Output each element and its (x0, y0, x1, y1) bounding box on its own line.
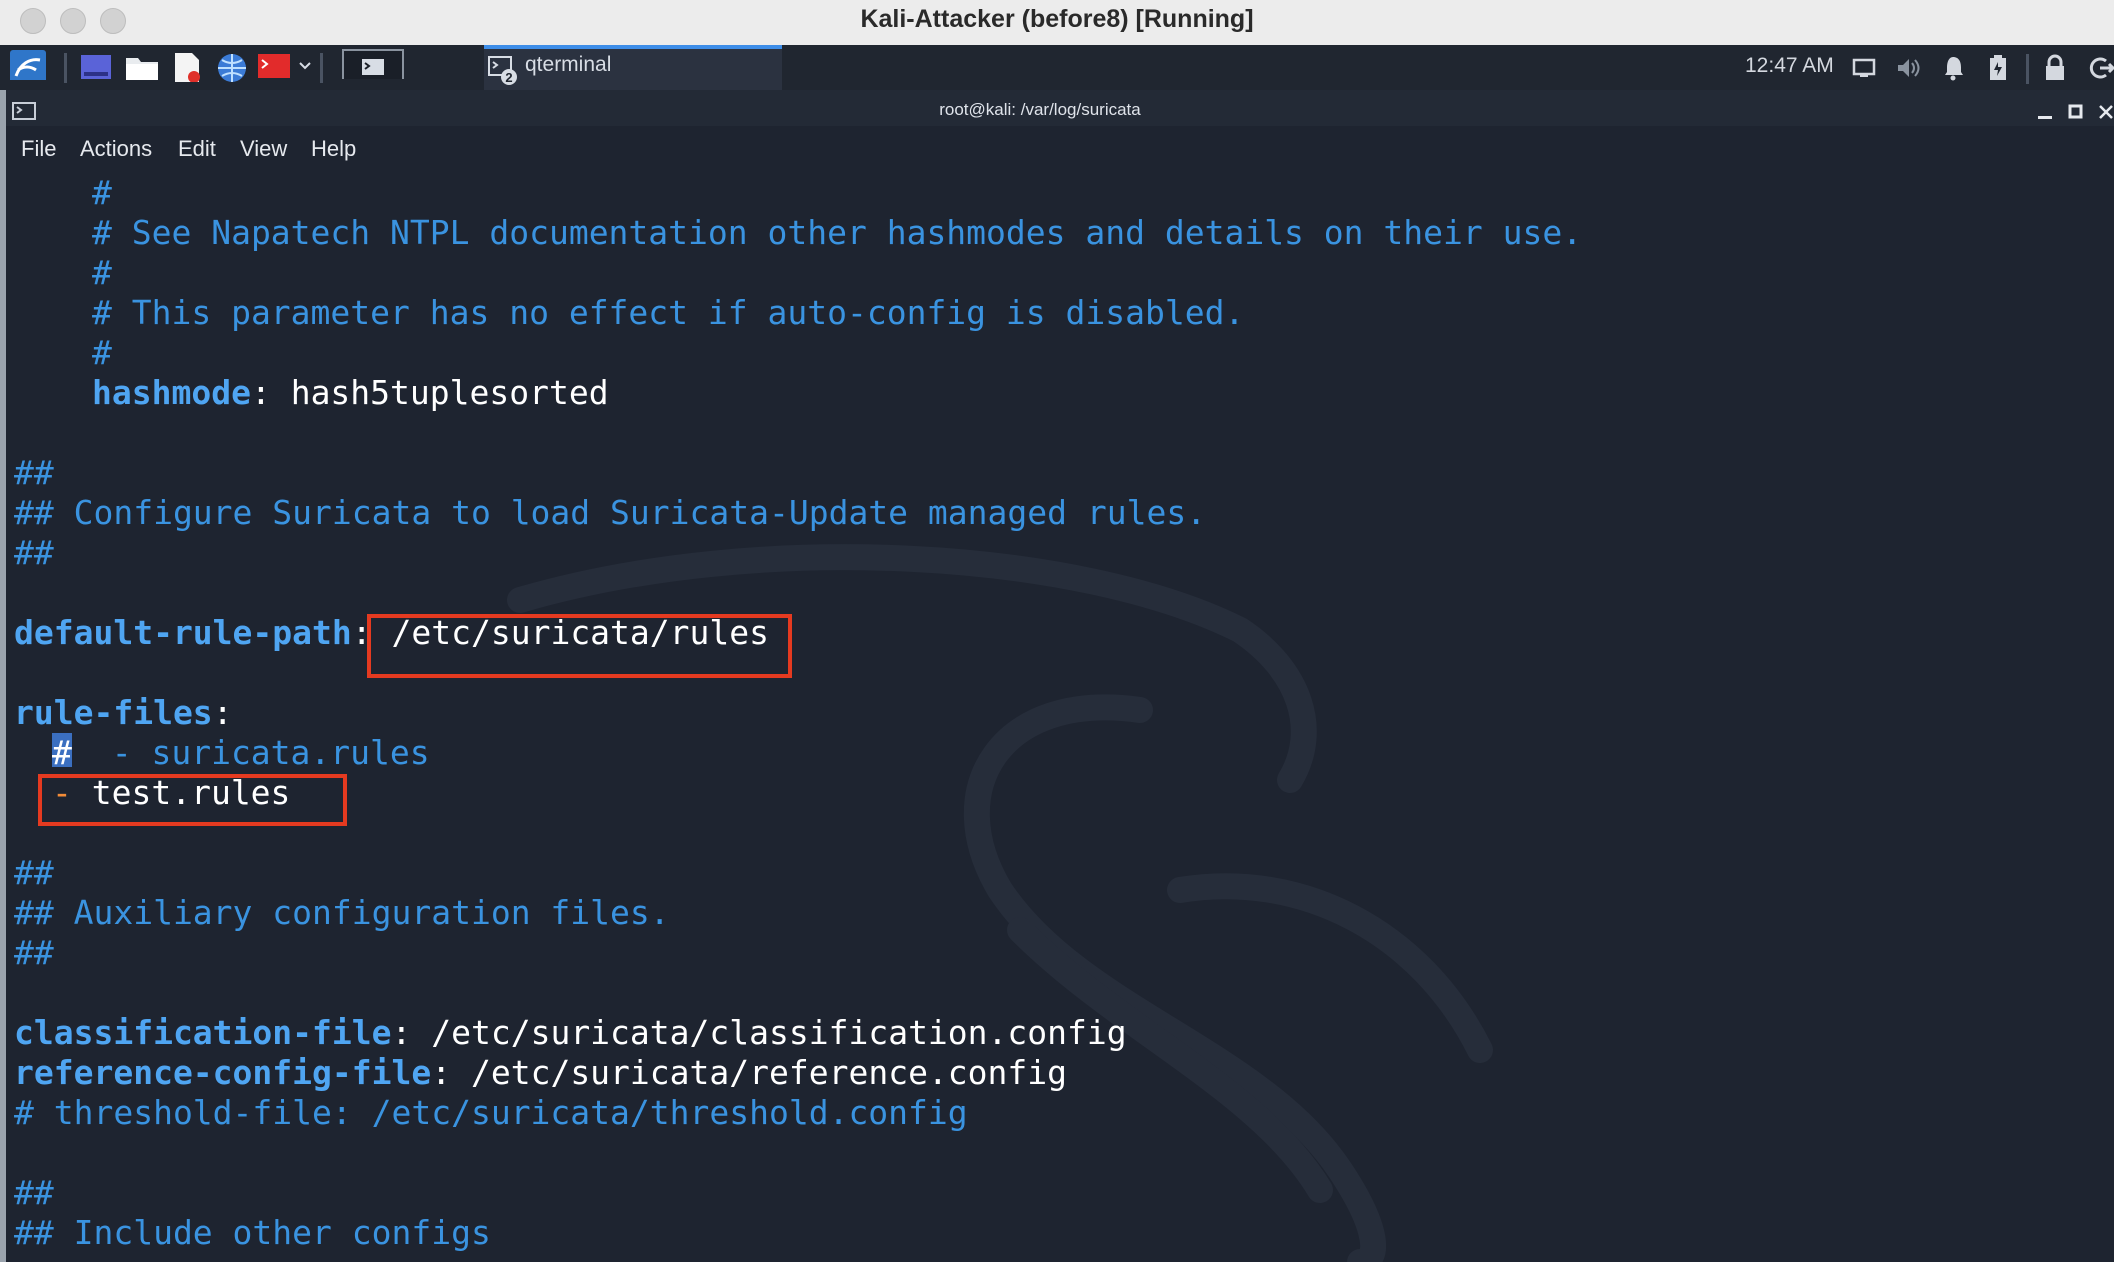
comment-text: # This parameter has no effect if auto-c… (92, 293, 1245, 332)
terminal-title: root@kali: /var/log/suricata (939, 100, 1141, 119)
code-line-3: # (92, 253, 112, 293)
code-line-rule-files: rule-files: (14, 693, 233, 733)
code-line-hashmode: hashmode: hash5tuplesorted (92, 373, 609, 413)
menu-file[interactable]: File (21, 136, 56, 162)
battery-icon[interactable] (1988, 54, 2008, 82)
close-icon[interactable] (2098, 104, 2114, 120)
comment-text: # (92, 253, 112, 292)
text-cursor: # (52, 733, 72, 772)
code-line-hash3: ## (14, 853, 54, 893)
qterminal-task-icon: 2 (488, 56, 517, 85)
comment-text: ## Include other configs (14, 1213, 491, 1252)
task-badge: 2 (505, 70, 512, 85)
terminal-launcher-icon[interactable] (258, 52, 290, 82)
comment-text: ## (14, 1173, 54, 1212)
yaml-colon: : (212, 693, 233, 732)
highlight-box-rule-path (367, 614, 792, 678)
kali-menu-icon[interactable] (10, 50, 46, 80)
yaml-colon: : (431, 1053, 452, 1092)
comment-text: ## (14, 933, 54, 972)
code-line-classification: classification-file: /etc/suricata/class… (14, 1013, 1127, 1053)
comment-text: ## Auxiliary configuration files. (14, 893, 670, 932)
code-line-reference: reference-config-file: /etc/suricata/ref… (14, 1053, 1067, 1093)
code-line-5: # (92, 333, 112, 373)
notification-icon[interactable] (1942, 55, 1964, 81)
vm-window-title: Kali-Attacker (before8) [Running] (860, 5, 1254, 33)
comment-text: # See Napatech NTPL documentation other … (92, 213, 1583, 252)
comment-text: # threshold-file: /etc/suricata/threshol… (14, 1093, 968, 1132)
code-line-include: ## Include other configs (14, 1213, 491, 1253)
browser-icon[interactable] (216, 52, 248, 82)
comment-text: ## (14, 533, 54, 572)
comment-text: - suricata.rules (72, 733, 430, 772)
yaml-key: classification-file (14, 1013, 392, 1052)
yaml-value: /etc/suricata/reference.config (451, 1053, 1068, 1092)
display-icon[interactable] (1852, 57, 1876, 79)
code-line-threshold: # threshold-file: /etc/suricata/threshol… (14, 1093, 968, 1133)
text-editor-icon[interactable] (172, 52, 202, 82)
vm-titlebar: Kali-Attacker (before8) [Running] (0, 0, 2114, 46)
code-line-configure: ## Configure Suricata to load Suricata-U… (14, 493, 1206, 533)
comment-text: ## (14, 453, 54, 492)
comment-text: ## Configure Suricata to load Suricata-U… (14, 493, 1207, 532)
menu-edit[interactable]: Edit (178, 136, 216, 162)
workspace-icon[interactable] (80, 52, 112, 82)
minimize-icon[interactable] (2036, 106, 2054, 120)
yaml-value: /etc/suricata/classification.config (411, 1013, 1127, 1052)
code-line-aux: ## Auxiliary configuration files. (14, 893, 670, 933)
code-line-hash1: ## (14, 453, 54, 493)
panel-clock[interactable]: 12:47 AM (1745, 54, 1834, 78)
yaml-key: reference-config-file (14, 1053, 432, 1092)
code-line-hash4: ## (14, 933, 54, 973)
comment-text: ## (14, 853, 54, 892)
yaml-value: hash5tuplesorted (270, 373, 609, 412)
menu-help[interactable]: Help (311, 136, 356, 162)
maximize-icon[interactable] (2068, 104, 2084, 120)
terminal-text-area[interactable]: # # See Napatech NTPL documentation othe… (0, 170, 2114, 1262)
file-manager-icon[interactable] (125, 52, 159, 82)
yaml-key: default-rule-path (14, 613, 352, 652)
chevron-down-icon[interactable] (298, 59, 312, 89)
highlight-box-test-rules (38, 774, 347, 826)
comment-text: # (92, 333, 112, 372)
logout-icon[interactable] (2088, 55, 2114, 81)
yaml-key: rule-files (14, 693, 213, 732)
taskbar-qterminal-label: qterminal (525, 53, 612, 76)
menu-actions[interactable]: Actions (80, 136, 152, 162)
window-left-edge (0, 90, 6, 1262)
code-line-hash5: ## (14, 1173, 54, 1213)
comment-text: # (92, 173, 112, 212)
menu-view[interactable]: View (240, 136, 287, 162)
yaml-colon: : (391, 1013, 412, 1052)
lock-icon[interactable] (2044, 54, 2066, 82)
terminal-icon[interactable] (342, 49, 404, 79)
code-line-hash2: ## (14, 533, 54, 573)
code-line-2: # See Napatech NTPL documentation other … (92, 213, 1582, 253)
code-line-1: # (92, 173, 112, 213)
code-line-suricata-rules: # - suricata.rules (52, 733, 430, 773)
code-line-4: # This parameter has no effect if auto-c… (92, 293, 1244, 333)
volume-icon[interactable] (1896, 56, 1922, 80)
yaml-colon: : (250, 373, 271, 412)
yaml-key: hashmode (92, 373, 251, 412)
